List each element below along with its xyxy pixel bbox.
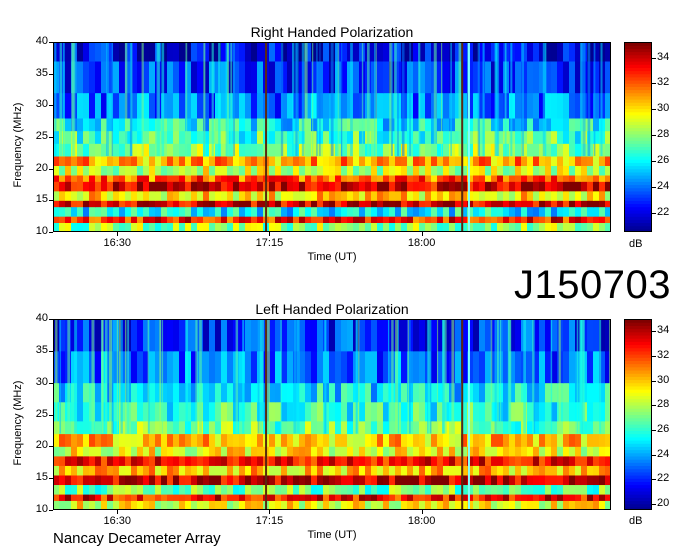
x-tick-mark: [269, 232, 271, 236]
y-tick-label: 35: [35, 343, 48, 356]
x-tick-mark: [421, 232, 423, 236]
colorbar-tick-label: 28: [657, 398, 670, 411]
colorbar-tick-mark: [652, 135, 656, 137]
x-tick-mark: [421, 510, 423, 514]
colorbar-tick-label: 22: [657, 205, 670, 218]
colorbar-tick-label: 30: [657, 102, 670, 115]
colorbar-tick-label: 22: [657, 472, 670, 485]
y-tick-label: 15: [35, 471, 48, 484]
colorbar-tick-label: 30: [657, 373, 670, 386]
colorbar-tick-mark: [652, 454, 656, 456]
y-tick-label: 40: [35, 35, 48, 47]
x-tick-mark: [269, 510, 271, 514]
x-tick-label: 17:15: [255, 515, 284, 527]
colorbar-label-top: dB: [629, 238, 643, 250]
colorbar-tick-label: 24: [657, 179, 670, 192]
colorbar-tick-mark: [652, 331, 656, 333]
colorbar-tick-label: 32: [657, 76, 670, 89]
plot-frame-top: [53, 42, 611, 232]
x-tick-label: 16:30: [103, 237, 132, 249]
colorbar-tick-mark: [652, 380, 656, 382]
colorbar-tick-mark: [652, 503, 656, 505]
y-tick-label: 40: [35, 312, 48, 324]
colorbar-tick-label: 28: [657, 128, 670, 141]
y-tick-mark: [49, 510, 53, 511]
y-axis-label-bottom: Frequency (MHz): [12, 380, 24, 466]
y-tick-label: 10: [35, 225, 48, 237]
colorbar-tick-label: 20: [657, 496, 670, 509]
y-tick-label: 25: [35, 407, 48, 420]
y-tick-label: 25: [35, 130, 48, 142]
colorbar-tick-label: 26: [657, 153, 670, 166]
colorbar-tick-mark: [652, 186, 656, 188]
y-tick-label: 35: [35, 66, 48, 79]
spectrogram-figure: Right Handed Polarization Frequency (MHz…: [0, 0, 680, 552]
colorbar-tick-mark: [652, 429, 656, 431]
colorbar-tick-mark: [652, 479, 656, 481]
x-tick-mark: [117, 510, 119, 514]
y-tick-label: 30: [35, 375, 48, 388]
colorbar-tick-label: 26: [657, 422, 670, 435]
colorbar-frame-top: [624, 42, 652, 232]
colorbar-tick-label: 24: [657, 447, 670, 460]
x-axis-label-top: Time (UT): [307, 251, 357, 263]
colorbar-tick-mark: [652, 109, 656, 111]
x-tick-label: 18:00: [407, 515, 436, 527]
x-tick-label: 16:30: [103, 515, 132, 527]
colorbar-tick-label: 32: [657, 348, 670, 361]
colorbar-tick-mark: [652, 355, 656, 357]
colorbar-label-bottom: dB: [629, 515, 643, 527]
colorbar-frame-bottom: [624, 319, 652, 510]
y-tick-label: 20: [35, 161, 48, 174]
y-tick-label: 30: [35, 98, 48, 111]
y-tick-mark: [49, 232, 53, 233]
y-tick-label: 20: [35, 439, 48, 452]
colorbar-tick-label: 34: [657, 324, 670, 337]
chart-title-top: Right Handed Polarization: [250, 24, 414, 40]
colorbar-tick-mark: [652, 83, 656, 85]
y-tick-label: 10: [35, 503, 48, 515]
colorbar-tick-mark: [652, 57, 656, 59]
colorbar-tick-mark: [652, 160, 656, 162]
chart-title-bottom: Left Handed Polarization: [255, 301, 409, 317]
x-tick-label: 17:15: [255, 237, 284, 249]
colorbar-tick-mark: [652, 405, 656, 407]
x-tick-mark: [117, 232, 119, 236]
footer-label: Nancay Decameter Array: [53, 530, 221, 547]
x-tick-label: 18:00: [407, 237, 436, 249]
colorbar-tick-label: 34: [657, 50, 670, 63]
colorbar-tick-mark: [652, 212, 656, 214]
y-tick-label: 15: [35, 193, 48, 206]
plot-frame-bottom: [53, 319, 611, 510]
